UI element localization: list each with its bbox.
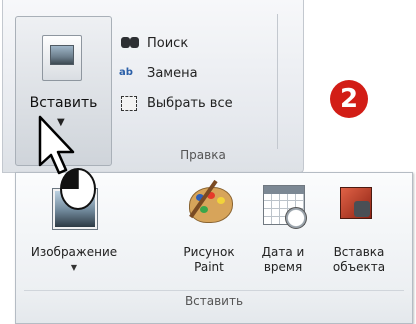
insert-group-label: Вставить: [184, 294, 244, 308]
object-shape-icon: [354, 201, 370, 217]
date-time-label-line2: время: [263, 260, 303, 274]
chevron-down-icon: ▼: [70, 263, 78, 272]
paint-drawing-label-line2: Paint: [194, 260, 224, 274]
select-all-icon: [119, 94, 141, 112]
date-time-button[interactable]: Дата и время: [253, 181, 313, 291]
step-number-badge: 2: [330, 80, 368, 118]
select-all-label: Выбрать все: [147, 95, 233, 111]
insert-object-button[interactable]: Вставка объекта: [324, 181, 394, 291]
group-separator: [24, 290, 404, 291]
clock-icon: [285, 207, 307, 229]
find-button[interactable]: Поиск: [119, 32, 188, 54]
group-divider: [277, 14, 278, 149]
mouse-pointer-icon: [38, 115, 96, 210]
edit-group-label: Правка: [180, 148, 226, 162]
insert-image-label: Изображение: [30, 245, 118, 259]
select-all-button[interactable]: Выбрать все: [119, 92, 233, 114]
date-time-label-line1: Дата и: [261, 245, 305, 259]
replace-icon: ab: [119, 64, 141, 82]
paint-drawing-button[interactable]: Рисунок Paint: [176, 179, 242, 291]
replace-glyph: ab: [119, 67, 133, 78]
replace-label: Замена: [147, 65, 198, 81]
binoculars-icon: [119, 34, 141, 52]
paste-button-label: Вставить: [29, 95, 98, 111]
insert-object-label-line1: Вставка: [333, 245, 385, 259]
insert-object-label-line2: объекта: [332, 260, 386, 274]
find-label: Поиск: [147, 35, 189, 51]
replace-button[interactable]: ab Замена: [119, 62, 198, 84]
paste-icon: [42, 35, 82, 81]
paint-drawing-label-line1: Рисунок: [183, 245, 235, 259]
